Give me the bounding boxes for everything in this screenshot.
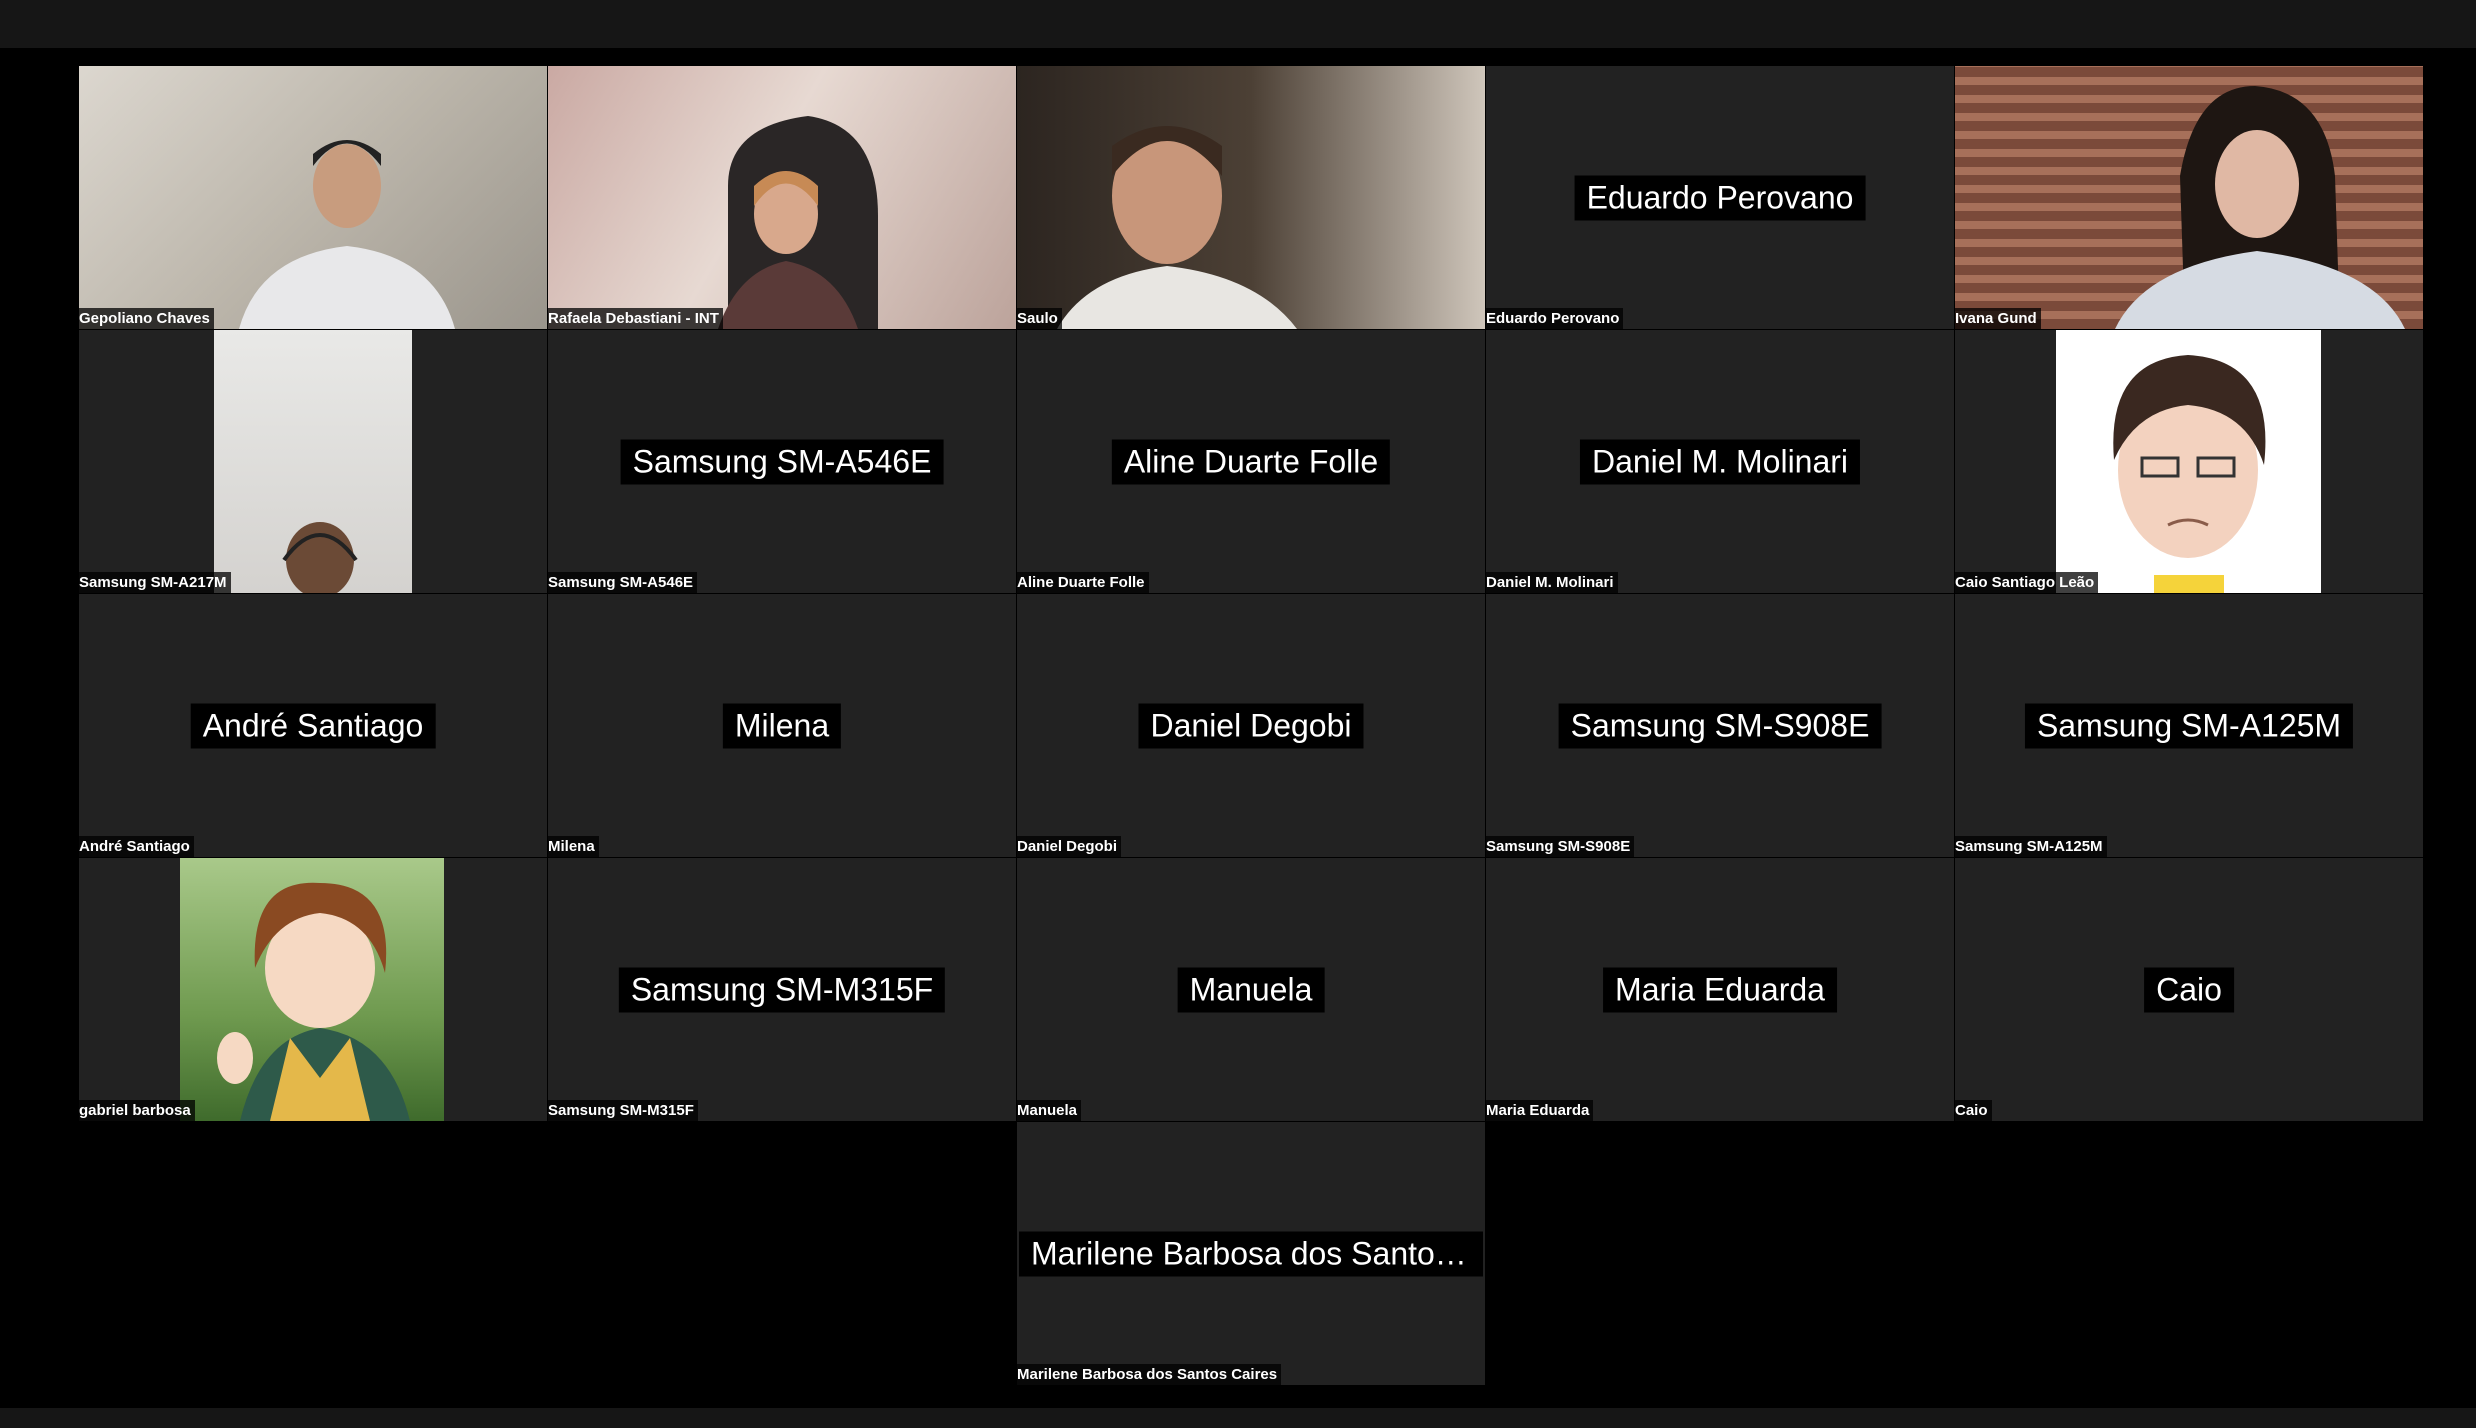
participant-tile-andre-santiago[interactable]: André Santiago André Santiago	[79, 594, 547, 857]
participant-tile-saulo[interactable]: Saulo	[1017, 66, 1485, 329]
participant-tile-daniel-m-molinari[interactable]: Daniel M. Molinari Daniel M. Molinari	[1486, 330, 1954, 593]
participant-tile-daniel-degobi[interactable]: Daniel Degobi Daniel Degobi	[1017, 594, 1485, 857]
participant-name-label: Samsung SM-A125M	[1955, 836, 2107, 857]
participant-display-name: Maria Eduarda	[1603, 967, 1837, 1012]
participant-name-label: Samsung SM-A217M	[79, 572, 231, 593]
participant-name-label: Milena	[548, 836, 599, 857]
participant-display-name: Milena	[722, 703, 842, 748]
participant-tile-caio-santiago-leao[interactable]: Caio Santiago Leão	[1955, 330, 2423, 593]
participant-display-name: André Santiago	[190, 703, 436, 748]
participant-video	[1955, 66, 2423, 329]
participant-tile-eduardo-perovano[interactable]: Eduardo Perovano Eduardo Perovano	[1486, 66, 1954, 329]
person-silhouette	[239, 140, 455, 329]
participant-display-name: Eduardo Perovano	[1574, 175, 1866, 220]
person-silhouette	[1057, 126, 1297, 329]
participant-name-label: gabriel barbosa	[79, 1100, 195, 1121]
participant-tile-samsung-sm-s908e[interactable]: Samsung SM-S908E Samsung SM-S908E	[1486, 594, 1954, 857]
participant-name-label: Rafaela Debastiani - INT	[548, 308, 723, 329]
participant-tile-caio[interactable]: Caio Caio	[1955, 858, 2423, 1121]
anime-avatar-icon	[217, 882, 410, 1121]
participant-name-label: Samsung SM-A546E	[548, 572, 698, 593]
person-silhouette	[282, 522, 358, 593]
bottom-bar	[0, 1408, 2476, 1428]
participant-tile-manuela[interactable]: Manuela Manuela	[1017, 858, 1485, 1121]
participant-name-label: Ivana Gund	[1955, 308, 2041, 329]
top-bar	[0, 0, 2476, 48]
participant-display-name: Aline Duarte Folle	[1111, 439, 1391, 484]
participant-tile-gabriel-barbosa[interactable]: gabriel barbosa	[79, 858, 547, 1121]
participant-name-label: Samsung SM-S908E	[1486, 836, 1635, 857]
participant-name-label: André Santiago	[79, 836, 194, 857]
participant-display-name: Samsung SM-A125M	[2024, 703, 2354, 748]
participant-display-name: Caio	[2144, 967, 2234, 1012]
participant-video	[548, 66, 1016, 329]
participant-display-name: Samsung SM-A546E	[620, 439, 944, 484]
participant-name-label: Saulo	[1017, 308, 1062, 329]
participant-tile-aline-duarte-folle[interactable]: Aline Duarte Folle Aline Duarte Folle	[1017, 330, 1485, 593]
participant-tile-marilene-barbosa[interactable]: Marilene Barbosa dos Santos... Marilene …	[1017, 1122, 1485, 1385]
participant-tile-samsung-sm-a125m[interactable]: Samsung SM-A125M Samsung SM-A125M	[1955, 594, 2423, 857]
participant-display-name: Marilene Barbosa dos Santos...	[1019, 1231, 1483, 1276]
participant-tile-maria-eduarda[interactable]: Maria Eduarda Maria Eduarda	[1486, 858, 1954, 1121]
participant-tile-samsung-sm-m315f[interactable]: Samsung SM-M315F Samsung SM-M315F	[548, 858, 1016, 1121]
participant-name-label: Caio	[1955, 1100, 1992, 1121]
participant-display-name: Daniel M. Molinari	[1579, 439, 1861, 484]
participant-video	[79, 66, 547, 329]
participant-name-label: Daniel Degobi	[1017, 836, 1122, 857]
participant-name-label: Marilene Barbosa dos Santos Caires	[1017, 1364, 1282, 1385]
participant-name-label: Maria Eduarda	[1486, 1100, 1594, 1121]
participant-name-label: Manuela	[1017, 1100, 1082, 1121]
participant-display-name: Manuela	[1177, 967, 1325, 1012]
profile-avatar	[2056, 330, 2321, 593]
participant-tile-rafaela-debastiani[interactable]: Rafaela Debastiani - INT	[548, 66, 1016, 329]
participant-display-name: Samsung SM-S908E	[1558, 703, 1882, 748]
participant-tile-samsung-sm-a546e[interactable]: Samsung SM-A546E Samsung SM-A546E	[548, 330, 1016, 593]
person-silhouette	[718, 116, 878, 329]
participant-name-label: Gepoliano Chaves	[79, 308, 214, 329]
participant-name-label: Aline Duarte Folle	[1017, 572, 1149, 593]
participant-name-label: Samsung SM-M315F	[548, 1100, 698, 1121]
participant-name-label: Daniel M. Molinari	[1486, 572, 1618, 593]
participant-tile-ivana-gund[interactable]: Ivana Gund	[1955, 66, 2423, 329]
participant-video	[1017, 66, 1485, 329]
profile-avatar	[180, 858, 444, 1121]
participant-tile-gepoliano-chaves[interactable]: Gepoliano Chaves	[79, 66, 547, 329]
participant-tile-milena[interactable]: Milena Milena	[548, 594, 1016, 857]
participant-name-label: Caio Santiago Leão	[1955, 572, 2099, 593]
participant-display-name: Daniel Degobi	[1138, 703, 1364, 748]
participant-tile-samsung-sm-a217m[interactable]: Samsung SM-A217M	[79, 330, 547, 593]
participant-display-name: Samsung SM-M315F	[618, 967, 946, 1012]
participant-video	[214, 330, 412, 593]
participant-name-label: Eduardo Perovano	[1486, 308, 1624, 329]
cartoon-avatar-icon	[2113, 355, 2266, 593]
person-silhouette	[2115, 86, 2405, 329]
